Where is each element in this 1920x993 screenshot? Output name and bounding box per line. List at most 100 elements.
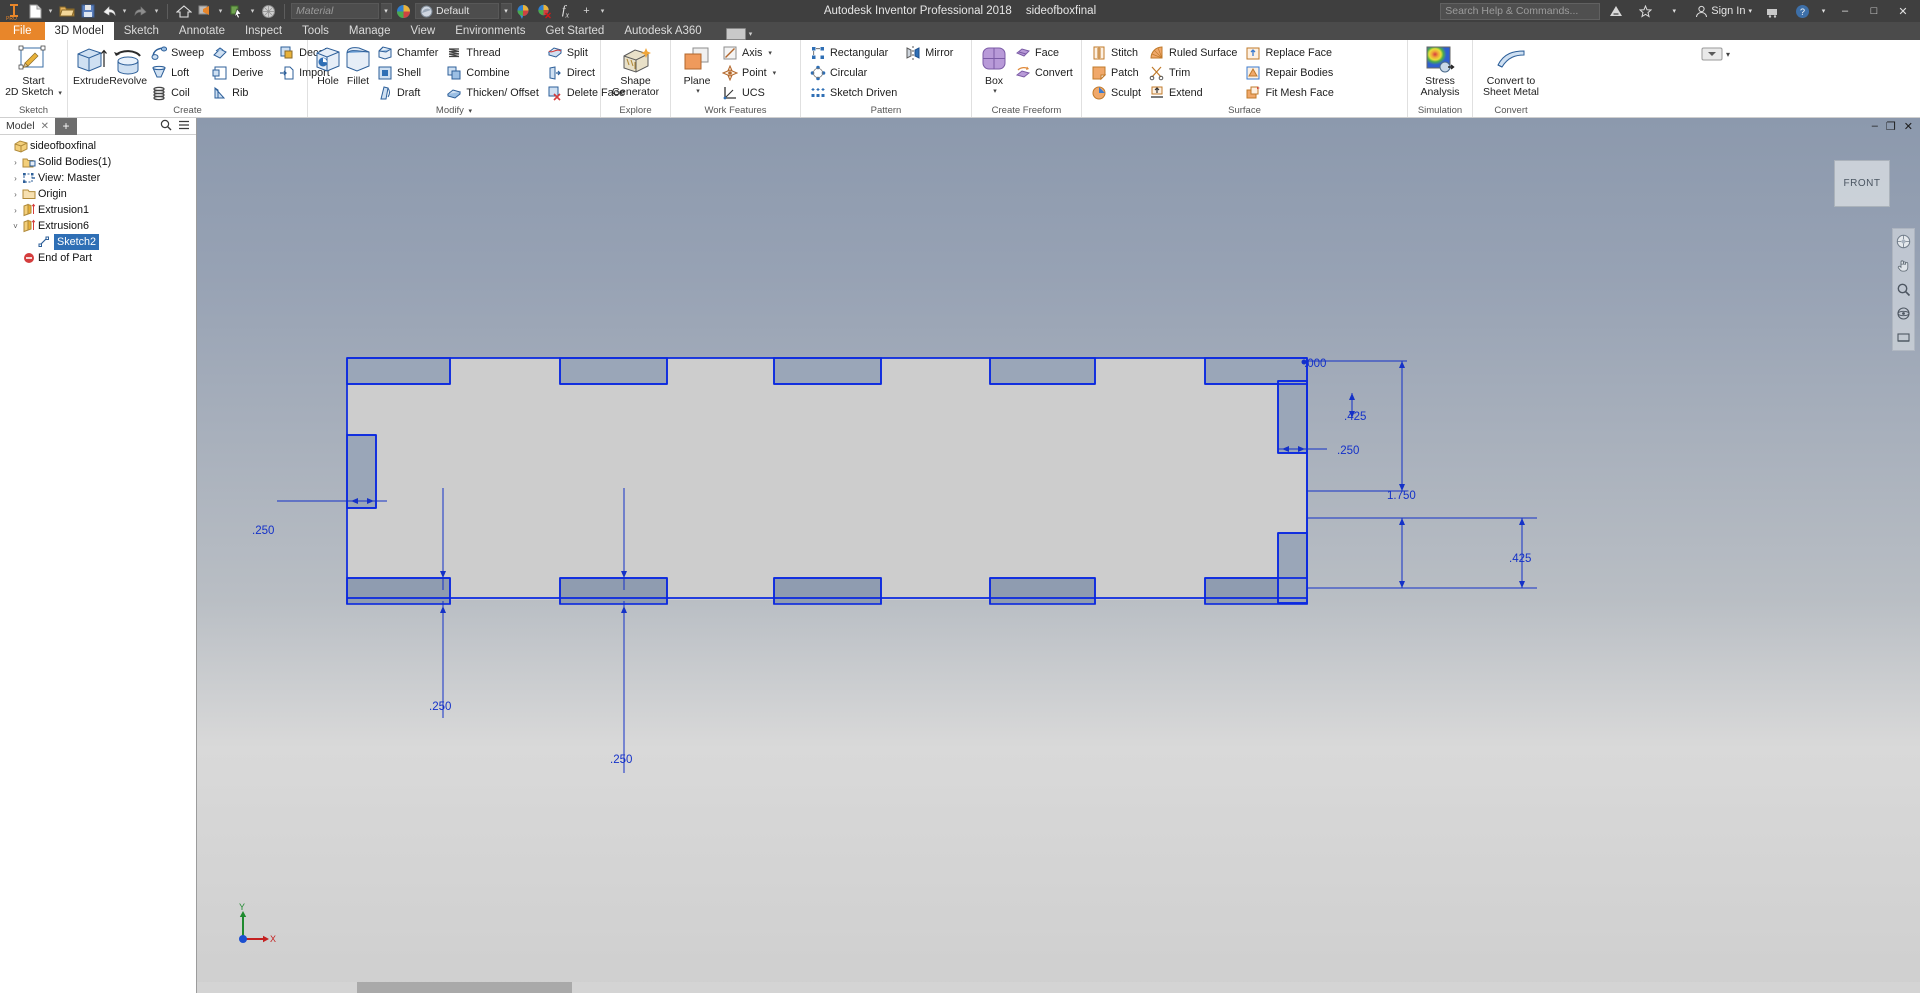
- sign-in-button[interactable]: Sign In ▾: [1690, 5, 1757, 18]
- extend-button[interactable]: Extend: [1145, 83, 1241, 103]
- undo-dropdown-caret[interactable]: ▾: [120, 2, 129, 21]
- sketch-driven-pattern-button[interactable]: Sketch Driven: [806, 83, 901, 103]
- tab-3d-model[interactable]: 3D Model: [44, 22, 114, 40]
- graphics-restore-button[interactable]: ❐: [1886, 120, 1896, 133]
- tab-file[interactable]: File: [0, 22, 45, 40]
- graphics-window[interactable]: – ❐ ✕ FRONT .000 .425 .250 1.750 .425 .2…: [197, 118, 1920, 993]
- hole-button[interactable]: Hole: [313, 43, 343, 87]
- point-button[interactable]: Point ▾: [718, 63, 780, 83]
- thread-button[interactable]: Thread: [442, 43, 542, 63]
- return-home-icon[interactable]: [174, 2, 193, 21]
- fit-mesh-face-button[interactable]: Fit Mesh Face: [1241, 83, 1337, 103]
- revolve-button[interactable]: Revolve: [109, 43, 147, 87]
- material-color-wheel-icon[interactable]: [394, 2, 413, 21]
- ucs-button[interactable]: UCS: [718, 83, 780, 103]
- browser-add-tab-button[interactable]: +: [55, 117, 77, 135]
- ribbon-appearance-widget[interactable]: ▾: [1701, 46, 1730, 62]
- new-file-icon[interactable]: [25, 2, 44, 21]
- loft-button[interactable]: Loft: [147, 63, 208, 83]
- patch-button[interactable]: Patch: [1087, 63, 1145, 83]
- adjust-appearance-icon[interactable]: [514, 2, 533, 21]
- close-window-button[interactable]: ✕: [1890, 0, 1916, 22]
- material-dropdown-caret[interactable]: ▾: [381, 3, 392, 19]
- redo-icon[interactable]: [131, 2, 150, 21]
- customize-qat-plus-icon[interactable]: +: [577, 2, 596, 21]
- autodesk-account-icon[interactable]: [1603, 0, 1629, 22]
- freeform-face-button[interactable]: Face: [1011, 43, 1077, 63]
- tab-autodesk-a360[interactable]: Autodesk A360: [614, 22, 711, 40]
- search-input[interactable]: Search Help & Commands...: [1440, 2, 1601, 20]
- browser-menu-icon[interactable]: [178, 119, 190, 134]
- tab-sketch[interactable]: Sketch: [114, 22, 169, 40]
- browser-search-icon[interactable]: [160, 119, 172, 134]
- tree-node-solid-bodies[interactable]: › Solid Bodies(1): [2, 154, 196, 170]
- freeform-convert-button[interactable]: Convert: [1011, 63, 1077, 83]
- help-icon[interactable]: ?: [1789, 0, 1815, 22]
- tree-arrow[interactable]: ›: [10, 170, 21, 186]
- freeform-box-button[interactable]: Box ▾: [977, 43, 1011, 95]
- stitch-button[interactable]: Stitch: [1087, 43, 1145, 63]
- rib-button[interactable]: Rib: [208, 83, 275, 103]
- circular-pattern-button[interactable]: Circular: [806, 63, 901, 83]
- tree-arrow[interactable]: ›: [10, 202, 21, 218]
- combine-button[interactable]: Combine: [442, 63, 542, 83]
- tree-node-view-master[interactable]: › View: Master: [2, 170, 196, 186]
- sign-in-caret[interactable]: ▾: [1661, 0, 1687, 22]
- chamfer-button[interactable]: Chamfer: [373, 43, 442, 63]
- axis-button[interactable]: Axis ▾: [718, 43, 780, 63]
- tree-node-extrusion6[interactable]: ˅ Extrusion6: [2, 218, 196, 234]
- coil-button[interactable]: Coil: [147, 83, 208, 103]
- repair-bodies-button[interactable]: Repair Bodies: [1241, 63, 1337, 83]
- draft-button[interactable]: Draft: [373, 83, 442, 103]
- tree-node-sideofboxfinal[interactable]: sideofboxfinal: [2, 138, 196, 154]
- extrude-button[interactable]: Extrude: [73, 43, 109, 87]
- tree-node-end-of-part[interactable]: End of Part: [2, 250, 196, 266]
- select-icon[interactable]: [227, 2, 246, 21]
- emboss-button[interactable]: Emboss: [208, 43, 275, 63]
- rectangular-pattern-button[interactable]: Rectangular: [806, 43, 901, 63]
- tab-tools[interactable]: Tools: [292, 22, 339, 40]
- open-file-icon[interactable]: [57, 2, 76, 21]
- tab-get-started[interactable]: Get Started: [536, 22, 615, 40]
- modify-panel-caret[interactable]: ▾: [469, 108, 473, 115]
- sweep-button[interactable]: Sweep: [147, 43, 208, 63]
- measure-icon[interactable]: [259, 2, 278, 21]
- tree-arrow[interactable]: ›: [10, 186, 21, 202]
- point-dropdown-caret[interactable]: ▾: [773, 69, 777, 77]
- start-2d-sketch-button[interactable]: Start 2D Sketch ▾: [5, 43, 62, 99]
- trim-button[interactable]: Trim: [1145, 63, 1241, 83]
- graphics-minimize-button[interactable]: –: [1872, 120, 1878, 132]
- derive-button[interactable]: Derive: [208, 63, 275, 83]
- horizontal-scrollbar[interactable]: [197, 982, 1920, 993]
- undo-icon[interactable]: [99, 2, 118, 21]
- mirror-button[interactable]: Mirror: [901, 43, 957, 63]
- tree-node-origin[interactable]: › Origin: [2, 186, 196, 202]
- appearance-selector[interactable]: Default: [415, 3, 499, 19]
- browser-tab-model[interactable]: Model ✕: [0, 118, 55, 135]
- tab-view[interactable]: View: [400, 22, 445, 40]
- select-dropdown-caret[interactable]: ▾: [248, 2, 257, 21]
- thicken-offset-button[interactable]: Thicken/ Offset: [442, 83, 542, 103]
- update-icon[interactable]: [195, 2, 214, 21]
- shell-button[interactable]: Shell: [373, 63, 442, 83]
- new-file-dropdown-caret[interactable]: ▾: [46, 2, 55, 21]
- tree-node-sketch2[interactable]: Sketch2: [2, 234, 196, 250]
- minimize-window-button[interactable]: –: [1832, 0, 1858, 22]
- freeform-box-dropdown-caret[interactable]: ▾: [993, 87, 997, 95]
- fx-parameters-icon[interactable]: fx: [556, 2, 575, 21]
- help-dropdown-caret[interactable]: ▾: [1818, 0, 1829, 22]
- tree-arrow[interactable]: ›: [10, 154, 21, 170]
- axis-dropdown-caret[interactable]: ▾: [768, 49, 772, 57]
- maximize-window-button[interactable]: □: [1861, 0, 1887, 22]
- favorites-star-icon[interactable]: [1632, 0, 1658, 22]
- tree-node-extrusion1[interactable]: › Extrusion1: [2, 202, 196, 218]
- appearance-dropdown-caret[interactable]: ▾: [501, 3, 512, 19]
- save-icon[interactable]: [78, 2, 97, 21]
- plane-button[interactable]: Plane ▾: [676, 43, 718, 95]
- clear-appearance-icon[interactable]: [535, 2, 554, 21]
- horizontal-scrollbar-thumb[interactable]: [357, 982, 572, 993]
- graphics-close-button[interactable]: ✕: [1904, 120, 1913, 133]
- tab-environments[interactable]: Environments: [445, 22, 535, 40]
- ruled-surface-button[interactable]: Ruled Surface: [1145, 43, 1241, 63]
- tab-manage[interactable]: Manage: [339, 22, 401, 40]
